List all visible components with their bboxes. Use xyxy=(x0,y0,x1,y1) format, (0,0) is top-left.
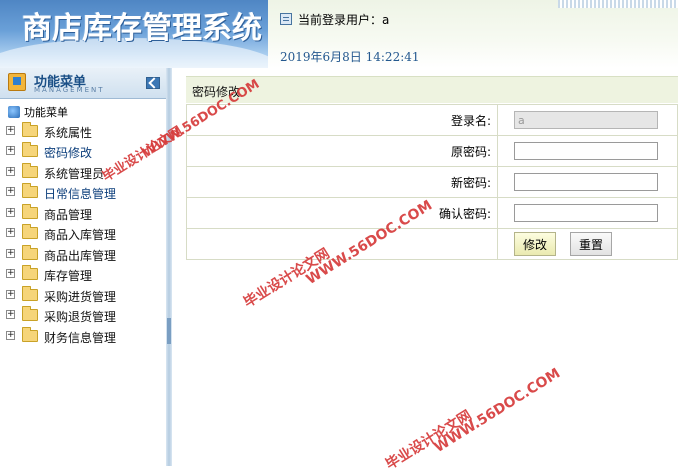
form-row-buttons: 修改 重置 xyxy=(186,228,678,260)
brand-banner: 商店库存管理系统 xyxy=(0,0,268,68)
top-bar: 当前登录用户：a 2019年6月8日 14:22:41 xyxy=(268,0,678,68)
form-row-new-password: 新密码: xyxy=(186,166,678,198)
folder-icon xyxy=(22,306,38,321)
sidebar-item-label: 商品管理 xyxy=(44,208,93,222)
folder-icon xyxy=(22,224,38,239)
sidebar-item-label: 日常信息管理 xyxy=(44,187,117,201)
sidebar-item-label: 库存管理 xyxy=(44,269,93,283)
expand-plus-icon[interactable]: + xyxy=(6,187,15,196)
expand-plus-icon[interactable]: + xyxy=(6,249,15,258)
folder-icon xyxy=(22,327,38,342)
globe-icon xyxy=(8,106,20,118)
expand-plus-icon[interactable]: + xyxy=(6,269,15,278)
sidebar-item-label: 系统管理员 xyxy=(44,167,105,181)
tree-root-label: 功能菜单 xyxy=(24,106,68,119)
expand-plus-icon[interactable]: + xyxy=(6,126,15,135)
confirm-password-field[interactable] xyxy=(514,204,658,222)
old-password-field[interactable] xyxy=(514,142,658,160)
sidebar-item-label: 系统属性 xyxy=(44,126,93,140)
folder-icon xyxy=(22,286,38,301)
sidebar-item-label: 密码修改 xyxy=(44,146,93,160)
collapse-menu-icon[interactable] xyxy=(146,77,160,89)
login-name-field xyxy=(514,111,658,129)
sidebar-item-label: 采购退货管理 xyxy=(44,310,117,324)
expand-plus-icon[interactable]: + xyxy=(6,331,15,340)
tree-root[interactable]: 功能菜单 xyxy=(8,104,68,122)
reset-button[interactable]: 重置 xyxy=(570,232,613,256)
expand-plus-icon[interactable]: + xyxy=(6,167,15,176)
folder-icon xyxy=(22,122,38,137)
folder-icon xyxy=(22,204,38,219)
main-content: 密码修改 登录名: 原密码: 新密码: 确认密码: xyxy=(172,68,678,466)
new-password-field[interactable] xyxy=(514,173,658,191)
app-title: 商店库存管理系统 xyxy=(22,11,262,46)
confirm-password-label: 确认密码: xyxy=(186,197,498,229)
menu-header-subtitle: MANAGEMENT xyxy=(34,86,105,94)
login-name-label: 登录名: xyxy=(186,104,498,136)
top-bar-stripe xyxy=(558,0,678,8)
password-form: 登录名: 原密码: 新密码: 确认密码: 修改重置 xyxy=(186,104,678,260)
expand-plus-icon[interactable]: + xyxy=(6,208,15,217)
confirm-password-cell xyxy=(497,197,678,229)
header: 商店库存管理系统 当前登录用户：a 2019年6月8日 14:22:41 xyxy=(0,0,678,68)
datetime-display: 2019年6月8日 14:22:41 xyxy=(280,50,420,64)
current-user-text: 当前登录用户：a xyxy=(298,13,390,27)
submit-button[interactable]: 修改 xyxy=(514,232,557,256)
sidebar-item-label: 财务信息管理 xyxy=(44,331,117,345)
buttons-cell: 修改 重置 xyxy=(497,228,678,260)
old-password-cell xyxy=(497,135,678,167)
login-name-cell xyxy=(497,104,678,136)
sidebar-item-label: 采购进货管理 xyxy=(44,290,117,304)
old-password-label: 原密码: xyxy=(186,135,498,167)
folder-icon xyxy=(22,163,38,178)
menu-header: 功能菜单 MANAGEMENT xyxy=(0,68,166,99)
sidebar-item-label: 商品出库管理 xyxy=(44,249,117,263)
expand-plus-icon[interactable]: + xyxy=(6,310,15,319)
sidebar-item-label: 商品入库管理 xyxy=(44,228,117,242)
user-info-icon xyxy=(280,13,292,25)
new-password-label: 新密码: xyxy=(186,166,498,198)
sidebar: 功能菜单 MANAGEMENT 功能菜单 + 系统属性 + 密码修改 + 系统管… xyxy=(0,68,166,466)
form-row-old-password: 原密码: xyxy=(186,135,678,167)
folder-icon xyxy=(22,245,38,260)
folder-icon xyxy=(22,183,38,198)
expand-plus-icon[interactable]: + xyxy=(6,290,15,299)
expand-plus-icon[interactable]: + xyxy=(6,146,15,155)
expand-plus-icon[interactable]: + xyxy=(6,228,15,237)
new-password-cell xyxy=(497,166,678,198)
folder-icon xyxy=(22,142,38,157)
menu-home-icon xyxy=(8,73,26,91)
form-row-login-name: 登录名: xyxy=(186,104,678,136)
folder-icon xyxy=(22,265,38,280)
